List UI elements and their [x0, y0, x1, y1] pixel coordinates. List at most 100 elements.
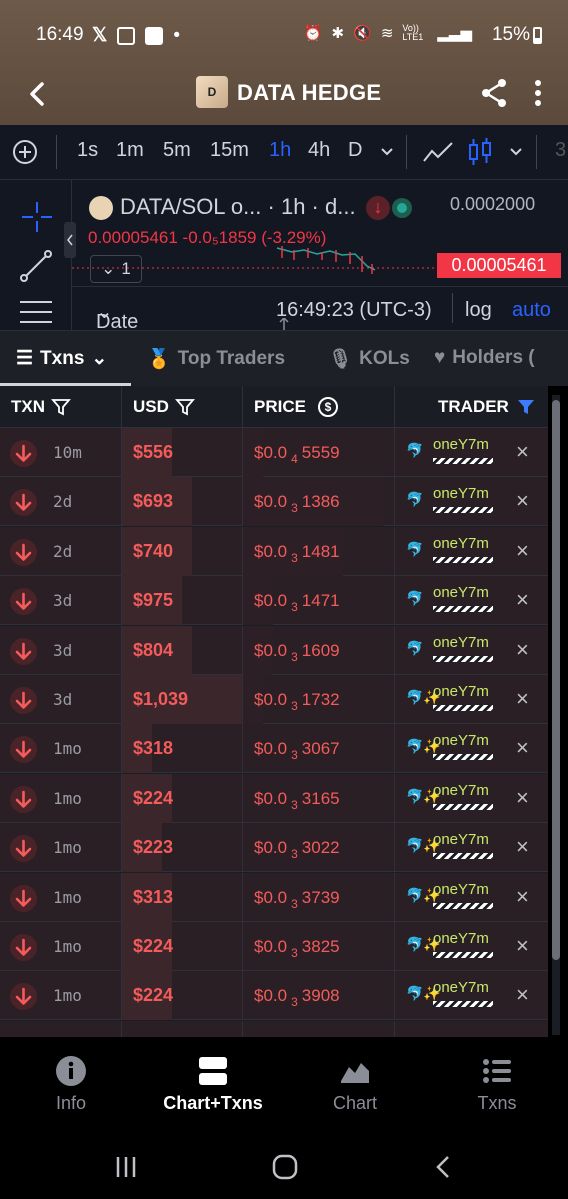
table-row[interactable]: 3d $804 $0.0 3 1609 🐬 oneY7m ×	[0, 625, 548, 675]
line-chart-type-icon[interactable]	[422, 139, 454, 165]
txn-usd: $556	[133, 442, 174, 462]
trader-address[interactable]: oneY7m	[433, 782, 489, 799]
trader-address[interactable]: oneY7m	[433, 436, 489, 453]
interval-1h[interactable]: 1h	[269, 139, 291, 162]
table-row[interactable]: 10m $556 $0.0 4 5559 🐬 oneY7m ×	[0, 428, 548, 477]
tab-top-traders[interactable]: 🏅 Top Traders	[147, 347, 285, 371]
filter-icon[interactable]	[51, 398, 71, 416]
close-icon[interactable]: ×	[516, 982, 529, 1008]
close-icon[interactable]: ×	[516, 488, 529, 514]
table-row[interactable]: 1mo $313 $0.0 3 3739 🐬✨ oneY7m ×	[0, 872, 548, 922]
toolbar-overflow-item[interactable]: 3	[555, 139, 566, 162]
txn-price: $0.0 3 1609	[254, 640, 340, 664]
trend-line-icon[interactable]	[20, 250, 52, 282]
nav-chart[interactable]: Chart	[284, 1037, 426, 1127]
table-row-partial[interactable]	[0, 1020, 548, 1037]
system-navigation-bar	[0, 1127, 568, 1199]
table-row[interactable]: 1mo $224 $0.0 3 3908 🐬✨ oneY7m ×	[0, 971, 548, 1021]
txn-age: 10m	[53, 443, 82, 462]
trader-address[interactable]: oneY7m	[433, 485, 489, 502]
close-icon[interactable]: ×	[516, 884, 529, 910]
indicators-toggle[interactable]: ⌄ 1	[90, 255, 142, 283]
recent-apps-icon[interactable]	[114, 1155, 138, 1179]
interval-5m[interactable]: 5m	[163, 139, 191, 162]
chart-footer: Date Range ⌄ 16:49:23 (UTC-3) log auto	[72, 286, 568, 330]
resize-handle-icon[interactable]	[276, 318, 292, 330]
trader-address[interactable]: oneY7m	[433, 634, 489, 651]
back-arrow-icon[interactable]	[22, 78, 54, 110]
table-row[interactable]: 2d $740 $0.0 3 1481 🐬 oneY7m ×	[0, 526, 548, 576]
column-txn[interactable]: TXN	[11, 397, 71, 417]
currency-toggle-icon[interactable]: $	[317, 397, 338, 417]
trader-activity-bar	[433, 705, 493, 711]
close-icon[interactable]: ×	[516, 587, 529, 613]
more-options-icon[interactable]	[530, 78, 546, 108]
interval-15m[interactable]: 15m	[210, 139, 249, 162]
txn-usd: $224	[133, 787, 174, 808]
tab-kols[interactable]: 🎙 KOLs	[328, 347, 410, 371]
close-icon[interactable]: ×	[516, 785, 529, 811]
close-icon[interactable]: ×	[516, 637, 529, 663]
scrollbar-thumb[interactable]	[552, 400, 560, 960]
column-usd[interactable]: USD	[133, 397, 195, 417]
chart-type-dropdown-icon[interactable]	[509, 147, 523, 157]
trader-address[interactable]: oneY7m	[433, 584, 489, 601]
close-icon[interactable]: ×	[516, 538, 529, 564]
table-row[interactable]: 1mo $318 $0.0 3 3067 🐬✨ oneY7m ×	[0, 724, 548, 774]
txn-usd: $693	[133, 491, 174, 512]
table-row[interactable]: 3d $975 $0.0 3 1471 🐬 oneY7m ×	[0, 576, 548, 626]
interval-4h[interactable]: 4h	[308, 139, 330, 162]
price-chart[interactable]: DATA/SOL o... · 1h · d... ↓ 0.00005461 -…	[0, 180, 568, 330]
chart-ohlc-values: 0.00005461 -0.0₅1859 (-3.29%)	[88, 228, 327, 247]
close-icon[interactable]: ×	[516, 686, 529, 712]
date-range-button[interactable]: Date Range ⌄	[96, 299, 138, 330]
trader-address[interactable]: oneY7m	[433, 881, 489, 898]
auto-scale-toggle[interactable]: auto	[512, 299, 551, 322]
share-icon[interactable]	[480, 78, 508, 108]
column-trader[interactable]: TRADER	[438, 397, 537, 417]
table-row[interactable]: 3d $1,039 $0.0 3 1732 🐬✨ oneY7m ×	[0, 675, 548, 724]
nav-info[interactable]: Info	[0, 1037, 142, 1127]
system-back-icon[interactable]	[434, 1155, 452, 1179]
home-icon[interactable]	[272, 1154, 298, 1180]
txn-usd: $975	[133, 590, 174, 611]
txn-age: 1mo	[53, 838, 82, 858]
trader-address[interactable]: oneY7m	[433, 930, 489, 947]
status-bar: 16:49 𝕏 • ⏰ ✱ 🔇 ≋ Vo)) LTE1 ▂▃▅ 15%	[0, 0, 568, 70]
add-symbol-icon[interactable]	[12, 139, 38, 165]
trader-address[interactable]: oneY7m	[433, 732, 489, 749]
dolphin-icon: 🐬	[406, 491, 424, 508]
trader-address[interactable]: oneY7m	[433, 535, 489, 552]
nav-txns[interactable]: Txns	[426, 1037, 568, 1127]
table-row[interactable]: 1mo $224 $0.0 3 3165 🐬✨ oneY7m ×	[0, 773, 548, 823]
txn-price: $0.0 3 3908	[254, 986, 340, 1010]
tab-txns[interactable]: ☰ Txns ⌄	[16, 347, 107, 370]
table-row[interactable]: 1mo $224 $0.0 3 3825 🐬✨ oneY7m ×	[0, 922, 548, 971]
log-scale-toggle[interactable]: log	[465, 299, 492, 322]
interval-1m[interactable]: 1m	[116, 139, 144, 162]
filter-active-icon[interactable]	[515, 398, 537, 416]
intervals-dropdown-icon[interactable]	[380, 147, 394, 157]
trader-address[interactable]: oneY7m	[433, 831, 489, 848]
txn-usd: $223	[133, 837, 174, 858]
interval-1s[interactable]: 1s	[77, 139, 98, 162]
filter-icon[interactable]	[174, 398, 195, 416]
table-row[interactable]: 2d $693 $0.0 3 1386 🐬 oneY7m ×	[0, 477, 548, 527]
candles-chart-type-icon[interactable]	[466, 137, 494, 167]
close-icon[interactable]: ×	[516, 735, 529, 761]
chart-symbol-legend[interactable]: DATA/SOL o... · 1h · d...	[120, 194, 356, 220]
nav-chart-txns[interactable]: Chart+Txns	[142, 1037, 284, 1127]
close-icon[interactable]: ×	[516, 439, 529, 465]
trader-address[interactable]: oneY7m	[433, 979, 489, 996]
fib-tool-icon[interactable]	[18, 298, 54, 328]
column-price[interactable]: PRICE $	[254, 397, 338, 417]
trader-address[interactable]: oneY7m	[433, 683, 489, 700]
close-icon[interactable]: ×	[516, 834, 529, 860]
app-bar: D DATA HEDGE	[0, 70, 568, 125]
sell-arrow-icon	[10, 983, 37, 1011]
tab-holders[interactable]: ♥ Holders (	[434, 347, 535, 369]
interval-d[interactable]: D	[348, 139, 362, 162]
table-row[interactable]: 1mo $223 $0.0 3 3022 🐬✨ oneY7m ×	[0, 823, 548, 873]
close-icon[interactable]: ×	[516, 933, 529, 959]
crosshair-icon[interactable]	[20, 200, 54, 234]
